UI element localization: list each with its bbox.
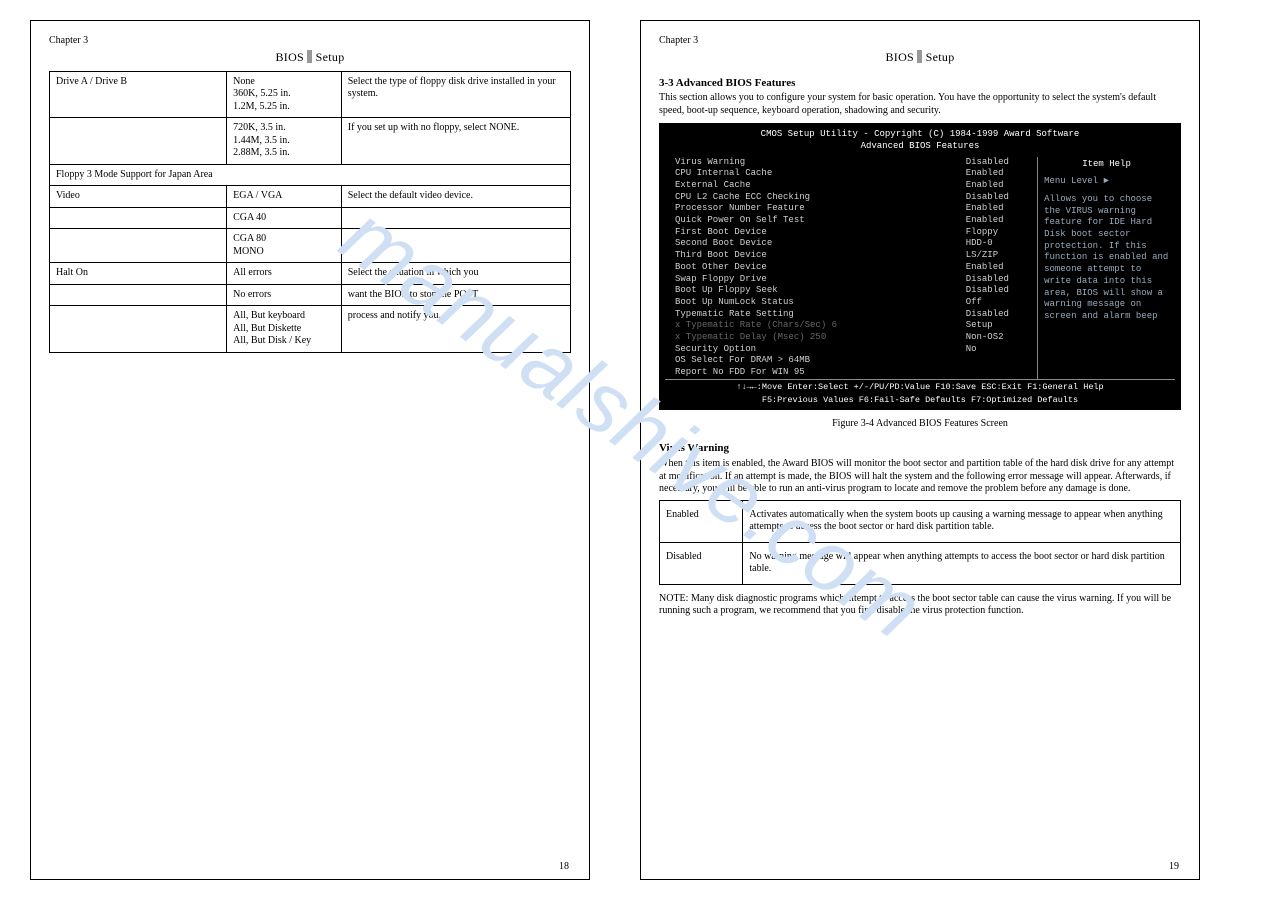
bios-help-title: Item Help xyxy=(1044,159,1169,171)
cell xyxy=(341,229,570,263)
bios-item-names: Virus WarningCPU Internal CacheExternal … xyxy=(665,157,966,379)
page-spread: Chapter 3 BIOS Setup Drive A / Drive B N… xyxy=(30,20,1233,880)
cell: CGA 40 xyxy=(227,207,342,229)
cell xyxy=(50,207,227,229)
table-row: Video EGA / VGA Select the default video… xyxy=(50,186,571,208)
bios-help-pane: Item Help Menu Level ► Allows you to cho… xyxy=(1037,157,1175,379)
bios-item-values: DisabledEnabledEnabledDisabledEnabledEna… xyxy=(966,157,1037,379)
intro-text: This section allows you to configure you… xyxy=(659,92,1181,117)
page-title-right: BIOS Setup xyxy=(659,50,1181,65)
chapter-label: Chapter 3 xyxy=(49,35,571,48)
cell: process and notify you. xyxy=(341,306,570,353)
cell xyxy=(341,207,570,229)
title-right-word: Setup xyxy=(926,50,955,64)
virus-warning-body: When this item is enabled, the Award BIO… xyxy=(659,458,1181,496)
note-text: NOTE: Many disk diagnostic programs whic… xyxy=(659,593,1181,618)
cell: No errors xyxy=(227,284,342,306)
title-left-word: BIOS xyxy=(885,50,914,64)
cell: Enabled xyxy=(660,500,743,542)
cell: None 360K, 5.25 in. 1.2M, 5.25 in. xyxy=(227,71,342,118)
bios-footer-line1: ↑↓→←:Move Enter:Select +/-/PU/PD:Value F… xyxy=(665,379,1175,393)
table-row: CGA 80 MONO xyxy=(50,229,571,263)
bios-columns: Virus WarningCPU Internal CacheExternal … xyxy=(665,157,1175,379)
cell: want the BIOS to stop the POST xyxy=(341,284,570,306)
cell xyxy=(50,284,227,306)
page-number: 18 xyxy=(559,861,569,874)
title-cursor-icon xyxy=(307,50,312,63)
bios-menu-level: Menu Level ► xyxy=(1044,176,1169,188)
cell: All, But keyboard All, But Diskette All,… xyxy=(227,306,342,353)
chapter-label: Chapter 3 xyxy=(659,35,1181,48)
cell: Select the default video device. xyxy=(341,186,570,208)
figure-caption: Figure 3-4 Advanced BIOS Features Screen xyxy=(659,418,1181,431)
cell: Halt On xyxy=(50,263,227,285)
cell: Activates automatically when the system … xyxy=(743,500,1181,542)
cell: 720K, 3.5 in. 1.44M, 3.5 in. 2.88M, 3.5 … xyxy=(227,118,342,165)
cell: EGA / VGA xyxy=(227,186,342,208)
table-row: Halt On All errors Select the situation … xyxy=(50,263,571,285)
cell xyxy=(50,118,227,165)
bios-help-body: Allows you to choose the VIRUS warning f… xyxy=(1044,194,1169,323)
cell: No warning message will appear when anyt… xyxy=(743,542,1181,584)
subsection-heading: Virus Warning xyxy=(659,442,1181,456)
title-left-word: BIOS xyxy=(275,50,304,64)
cell: CGA 80 MONO xyxy=(227,229,342,263)
table-row: 720K, 3.5 in. 1.44M, 3.5 in. 2.88M, 3.5 … xyxy=(50,118,571,165)
cell: Video xyxy=(50,186,227,208)
page-left: Chapter 3 BIOS Setup Drive A / Drive B N… xyxy=(30,20,590,880)
cell: Drive A / Drive B xyxy=(50,71,227,118)
table-row: Disabled No warning message will appear … xyxy=(660,542,1181,584)
table-row: Floppy 3 Mode Support for Japan Area xyxy=(50,164,571,186)
page-number: 19 xyxy=(1169,861,1179,874)
title-cursor-icon xyxy=(917,50,922,63)
cell: If you set up with no floppy, select NON… xyxy=(341,118,570,165)
virus-option-table: Enabled Activates automatically when the… xyxy=(659,500,1181,585)
cell xyxy=(50,306,227,353)
table-row: Drive A / Drive B None 360K, 5.25 in. 1.… xyxy=(50,71,571,118)
cmos-options-table: Drive A / Drive B None 360K, 5.25 in. 1.… xyxy=(49,71,571,353)
bios-header-line2: Advanced BIOS Features xyxy=(665,141,1175,153)
cell xyxy=(50,229,227,263)
cell: Select the type of floppy disk drive ins… xyxy=(341,71,570,118)
section-heading: 3-3 Advanced BIOS Features xyxy=(659,77,1181,91)
cell: Floppy 3 Mode Support for Japan Area xyxy=(50,164,571,186)
cell: Disabled xyxy=(660,542,743,584)
bios-footer-line2: F5:Previous Values F6:Fail-Safe Defaults… xyxy=(665,393,1175,406)
cell: All errors xyxy=(227,263,342,285)
title-right-word: Setup xyxy=(316,50,345,64)
table-row: Enabled Activates automatically when the… xyxy=(660,500,1181,542)
page-title-left: BIOS Setup xyxy=(49,50,571,65)
table-row: CGA 40 xyxy=(50,207,571,229)
bios-screenshot: CMOS Setup Utility - Copyright (C) 1984-… xyxy=(659,123,1181,410)
cell: Select the situation in which you xyxy=(341,263,570,285)
bios-header-line1: CMOS Setup Utility - Copyright (C) 1984-… xyxy=(665,129,1175,141)
table-row: All, But keyboard All, But Diskette All,… xyxy=(50,306,571,353)
table-row: No errors want the BIOS to stop the POST xyxy=(50,284,571,306)
page-right: Chapter 3 BIOS Setup 3-3 Advanced BIOS F… xyxy=(640,20,1200,880)
